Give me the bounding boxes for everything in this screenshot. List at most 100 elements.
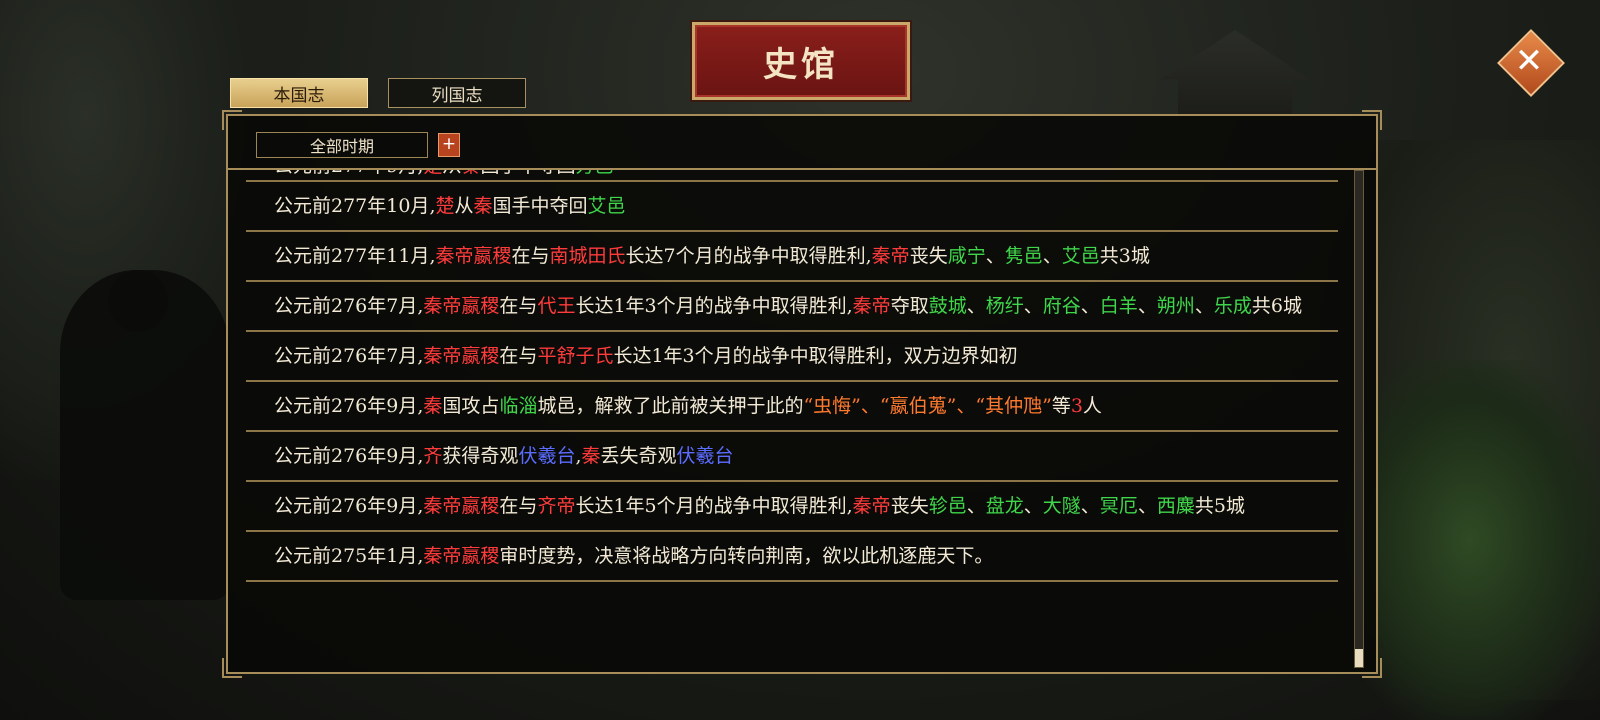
- entry-segment: 国手中夺回: [492, 195, 588, 217]
- entry-segment: 公元前276年7月,: [274, 345, 424, 367]
- entry-segment: 审时度势，决意将战略方向转向荆南，欲以此机逐鹿天下。: [499, 545, 994, 567]
- entry-segment: 齐帝: [537, 495, 576, 517]
- entry-segment: 乐成: [1213, 295, 1252, 317]
- entry-segment: 秦帝: [871, 245, 910, 267]
- history-entry-text: 公元前276年9月,秦国攻占临淄城邑，解救了此前被关押于此的“虫悔”、“嬴伯蒐”…: [274, 390, 1330, 422]
- entry-segment: 大隧: [1042, 495, 1081, 517]
- history-list-viewport[interactable]: 公元前277年9月,楚从秦国手中夺回芳邑公元前277年10月,楚从秦国手中夺回艾…: [246, 170, 1338, 672]
- entry-segment: 国攻占: [442, 395, 500, 417]
- entry-segment: “嬴伯蒐”: [879, 395, 957, 417]
- panel-corner: [1362, 658, 1382, 678]
- entry-segment: 秦: [581, 445, 601, 467]
- entry-segment: 秦: [461, 170, 480, 177]
- entry-segment: 朔州: [1156, 295, 1195, 317]
- entry-segment: “虫悔”: [803, 395, 861, 417]
- background-figure: [60, 270, 230, 600]
- entry-segment: 平舒子氏: [537, 345, 614, 367]
- entry-segment: 长达7个月的战争中取得胜利,: [625, 245, 872, 267]
- entry-segment: 公元前277年9月,: [274, 170, 423, 177]
- entry-segment: 临淄: [499, 395, 538, 417]
- add-filter-button[interactable]: +: [438, 133, 460, 157]
- entry-segment: 夺取: [890, 295, 929, 317]
- history-entry: 公元前277年11月,秦帝嬴稷在与南城田氏长达7个月的战争中取得胜利,秦帝丧失咸…: [246, 232, 1338, 282]
- entry-segment: 共3城: [1099, 245, 1150, 267]
- entry-segment: 秦帝嬴稷: [435, 245, 512, 267]
- entry-segment: 等: [1051, 395, 1071, 417]
- entry-segment: 在与: [499, 345, 538, 367]
- title-plate: 史馆: [692, 22, 910, 100]
- tab-all-countries[interactable]: 列国志: [388, 78, 526, 108]
- entry-segment: 盘龙: [985, 495, 1024, 517]
- entry-segment: 白羊: [1099, 295, 1138, 317]
- history-entry-text: 公元前276年9月,秦帝嬴稷在与齐帝长达1年5个月的战争中取得胜利,秦帝丧失轸邑…: [274, 490, 1330, 522]
- page-title: 史馆: [763, 44, 839, 85]
- history-entry-text: 公元前276年9月,齐获得奇观伏羲台,秦丢失奇观伏羲台: [274, 440, 1330, 472]
- entry-segment: 西麋: [1156, 495, 1195, 517]
- filter-bar: 全部时期 +: [228, 116, 1376, 170]
- entry-segment: 伏羲台: [518, 445, 576, 467]
- history-entry: 公元前275年1月,秦帝嬴稷审时度势，决意将战略方向转向荆南，欲以此机逐鹿天下。: [246, 532, 1338, 582]
- entry-segment: 获得奇观: [442, 445, 519, 467]
- entry-segment: 秦: [473, 195, 493, 217]
- entry-segment: 丢失奇观: [600, 445, 677, 467]
- entry-segment: 、: [1137, 495, 1157, 517]
- entry-segment: 从: [442, 170, 461, 177]
- entry-segment: 、: [985, 245, 1005, 267]
- entry-segment: 、: [1042, 245, 1062, 267]
- history-entry-text: 公元前277年11月,秦帝嬴稷在与南城田氏长达7个月的战争中取得胜利,秦帝丧失咸…: [274, 240, 1330, 272]
- entry-segment: 、: [1137, 295, 1157, 317]
- entry-segment: 轸邑: [928, 495, 967, 517]
- scrollbar[interactable]: [1354, 170, 1364, 668]
- entry-segment: 代王: [537, 295, 576, 317]
- entry-segment: 人: [1082, 395, 1102, 417]
- entry-segment: 冥厄: [1099, 495, 1138, 517]
- entry-segment: “其仲虺”: [975, 395, 1052, 417]
- history-entry: 公元前276年9月,秦帝嬴稷在与齐帝长达1年5个月的战争中取得胜利,秦帝丧失轸邑…: [246, 482, 1338, 532]
- entry-segment: 长达1年5个月的战争中取得胜利,: [575, 495, 853, 517]
- tab-home-country[interactable]: 本国志: [230, 78, 368, 108]
- entry-segment: 在与: [499, 495, 538, 517]
- history-entry: 公元前276年9月,秦国攻占临淄城邑，解救了此前被关押于此的“虫悔”、“嬴伯蒐”…: [246, 382, 1338, 432]
- entry-segment: 公元前277年11月,: [274, 245, 436, 267]
- entry-segment: 秦帝嬴稷: [423, 345, 500, 367]
- entry-segment: 、: [1023, 495, 1043, 517]
- entry-segment: 从: [454, 195, 474, 217]
- entry-segment: 、: [1080, 495, 1100, 517]
- history-entry-text: 公元前275年1月,秦帝嬴稷审时度势，决意将战略方向转向荆南，欲以此机逐鹿天下。: [274, 540, 1330, 572]
- close-button[interactable]: ✕: [1497, 29, 1565, 97]
- entry-segment: 伏羲台: [676, 445, 734, 467]
- entry-segment: 、: [860, 395, 880, 417]
- scrollbar-thumb[interactable]: [1355, 649, 1363, 667]
- entry-segment: 在与: [499, 295, 538, 317]
- entry-segment: 楚: [435, 195, 455, 217]
- history-entry: 公元前276年9月,齐获得奇观伏羲台,秦丢失奇观伏羲台: [246, 432, 1338, 482]
- close-icon: ✕: [1514, 41, 1544, 81]
- history-entry-text: 公元前277年10月,楚从秦国手中夺回艾邑: [274, 190, 1330, 222]
- entry-segment: 楚: [423, 170, 442, 177]
- entry-segment: 艾邑: [1061, 245, 1100, 267]
- panel-corner: [222, 658, 242, 678]
- period-select[interactable]: 全部时期: [256, 132, 428, 158]
- entry-segment: 秦帝: [852, 495, 891, 517]
- entry-segment: 公元前277年10月,: [274, 195, 436, 217]
- entry-segment: 城邑，解救了此前被关押于此的: [537, 395, 804, 417]
- entry-segment: 共6城: [1251, 295, 1302, 317]
- entry-segment: 杨纡: [985, 295, 1024, 317]
- entry-segment: 3: [1070, 395, 1083, 417]
- entry-segment: 、: [966, 495, 986, 517]
- history-entry: 公元前276年7月,秦帝嬴稷在与代王长达1年3个月的战争中取得胜利,秦帝夺取鼓城…: [246, 282, 1338, 332]
- entry-segment: 长达1年3个月的战争中取得胜利，双方边界如初: [613, 345, 1018, 367]
- entry-segment: 府谷: [1042, 295, 1081, 317]
- history-panel: 全部时期 + 公元前277年9月,楚从秦国手中夺回芳邑公元前277年10月,楚从…: [222, 110, 1382, 678]
- entry-segment: 公元前276年9月,: [274, 445, 424, 467]
- entry-segment: 咸宁: [947, 245, 986, 267]
- entry-segment: 鼓城: [928, 295, 967, 317]
- entry-segment: 在与: [511, 245, 550, 267]
- entry-segment: 、: [1023, 295, 1043, 317]
- history-entry: 公元前277年10月,楚从秦国手中夺回艾邑: [246, 182, 1338, 232]
- entry-segment: 芳邑: [575, 170, 613, 177]
- entry-segment: 秦帝嬴稷: [423, 495, 500, 517]
- entry-segment: 南城田氏: [549, 245, 626, 267]
- entry-segment: 国手中夺回: [480, 170, 575, 177]
- entry-segment: 艾邑: [587, 195, 626, 217]
